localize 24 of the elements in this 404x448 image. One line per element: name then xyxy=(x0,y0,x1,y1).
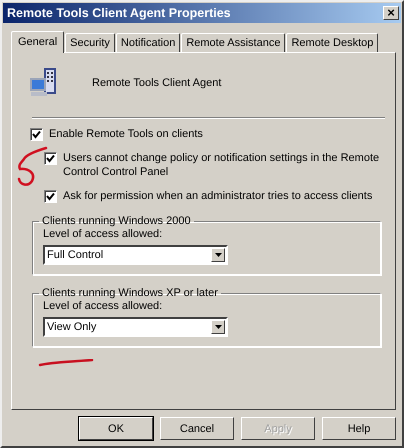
annotation-underline xyxy=(38,359,94,367)
dialog-button[interactable]: Cancel xyxy=(160,417,234,440)
close-button[interactable]: × xyxy=(383,6,399,20)
checkbox[interactable] xyxy=(44,152,57,165)
window-title: Remote Tools Client Agent Properties xyxy=(7,6,231,20)
dialog-button[interactable]: Help xyxy=(322,417,396,440)
tab[interactable]: Notification xyxy=(116,33,180,52)
tab[interactable]: General xyxy=(11,31,64,53)
checkbox[interactable] xyxy=(30,128,43,141)
checkbox-label: Ask for permission when an administrator tries to access clients xyxy=(63,189,372,203)
tab[interactable]: Remote Desktop xyxy=(286,33,378,52)
field-label: Level of access allowed: xyxy=(43,228,164,240)
agent-name: Remote Tools Client Agent xyxy=(92,77,222,89)
access-dropdown[interactable]: View Only xyxy=(43,317,228,337)
checkbox[interactable] xyxy=(44,190,57,203)
group-title: Clients running Windows XP or later xyxy=(41,287,219,299)
tab[interactable]: Security xyxy=(65,33,115,52)
tab[interactable]: Remote Assistance xyxy=(181,33,286,52)
field-label: Level of access allowed: xyxy=(43,300,164,312)
checkbox-label: Users cannot change policy or notification settings in the Remote Control Control Panel xyxy=(63,151,380,179)
dialog-button[interactable]: OK xyxy=(79,417,153,440)
access-dropdown[interactable]: Full Control xyxy=(43,245,228,265)
group-title: Clients running Windows 2000 xyxy=(41,215,192,227)
checkbox-label: Enable Remote Tools on clients xyxy=(49,127,203,141)
